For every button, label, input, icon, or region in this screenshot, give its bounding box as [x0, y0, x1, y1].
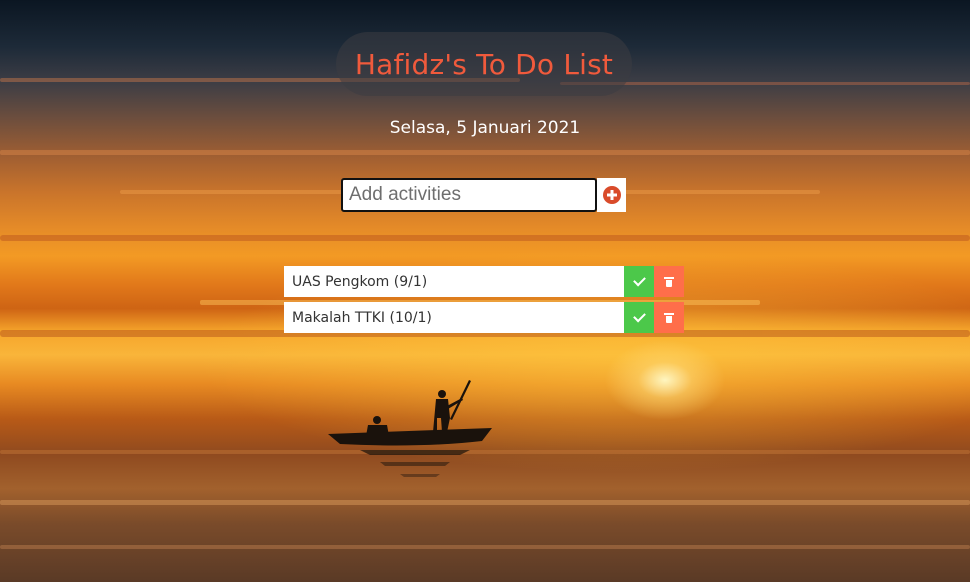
check-icon: [632, 273, 646, 287]
current-date: Selasa, 5 Januari 2021: [389, 118, 581, 138]
todo-list: UAS Pengkom (9/1) Makalah TTKI (10/1): [284, 266, 684, 338]
check-icon: [632, 309, 646, 323]
delete-button[interactable]: [654, 266, 684, 297]
add-activity-button[interactable]: [597, 178, 626, 212]
todo-item: Makalah TTKI (10/1): [284, 302, 684, 333]
trash-icon: [664, 313, 674, 323]
todo-item-text: Makalah TTKI (10/1): [284, 302, 624, 333]
delete-button[interactable]: [654, 302, 684, 333]
complete-button[interactable]: [624, 302, 654, 333]
todo-item: UAS Pengkom (9/1): [284, 266, 684, 297]
complete-button[interactable]: [624, 266, 654, 297]
trash-icon: [664, 277, 674, 287]
add-activity-input[interactable]: [341, 178, 597, 212]
plus-circle-icon: [602, 186, 621, 204]
add-activity-form: [341, 178, 626, 212]
title-container: Hafidz's To Do List: [336, 32, 632, 96]
page-title: Hafidz's To Do List: [354, 47, 614, 81]
todo-item-text: UAS Pengkom (9/1): [284, 266, 624, 297]
